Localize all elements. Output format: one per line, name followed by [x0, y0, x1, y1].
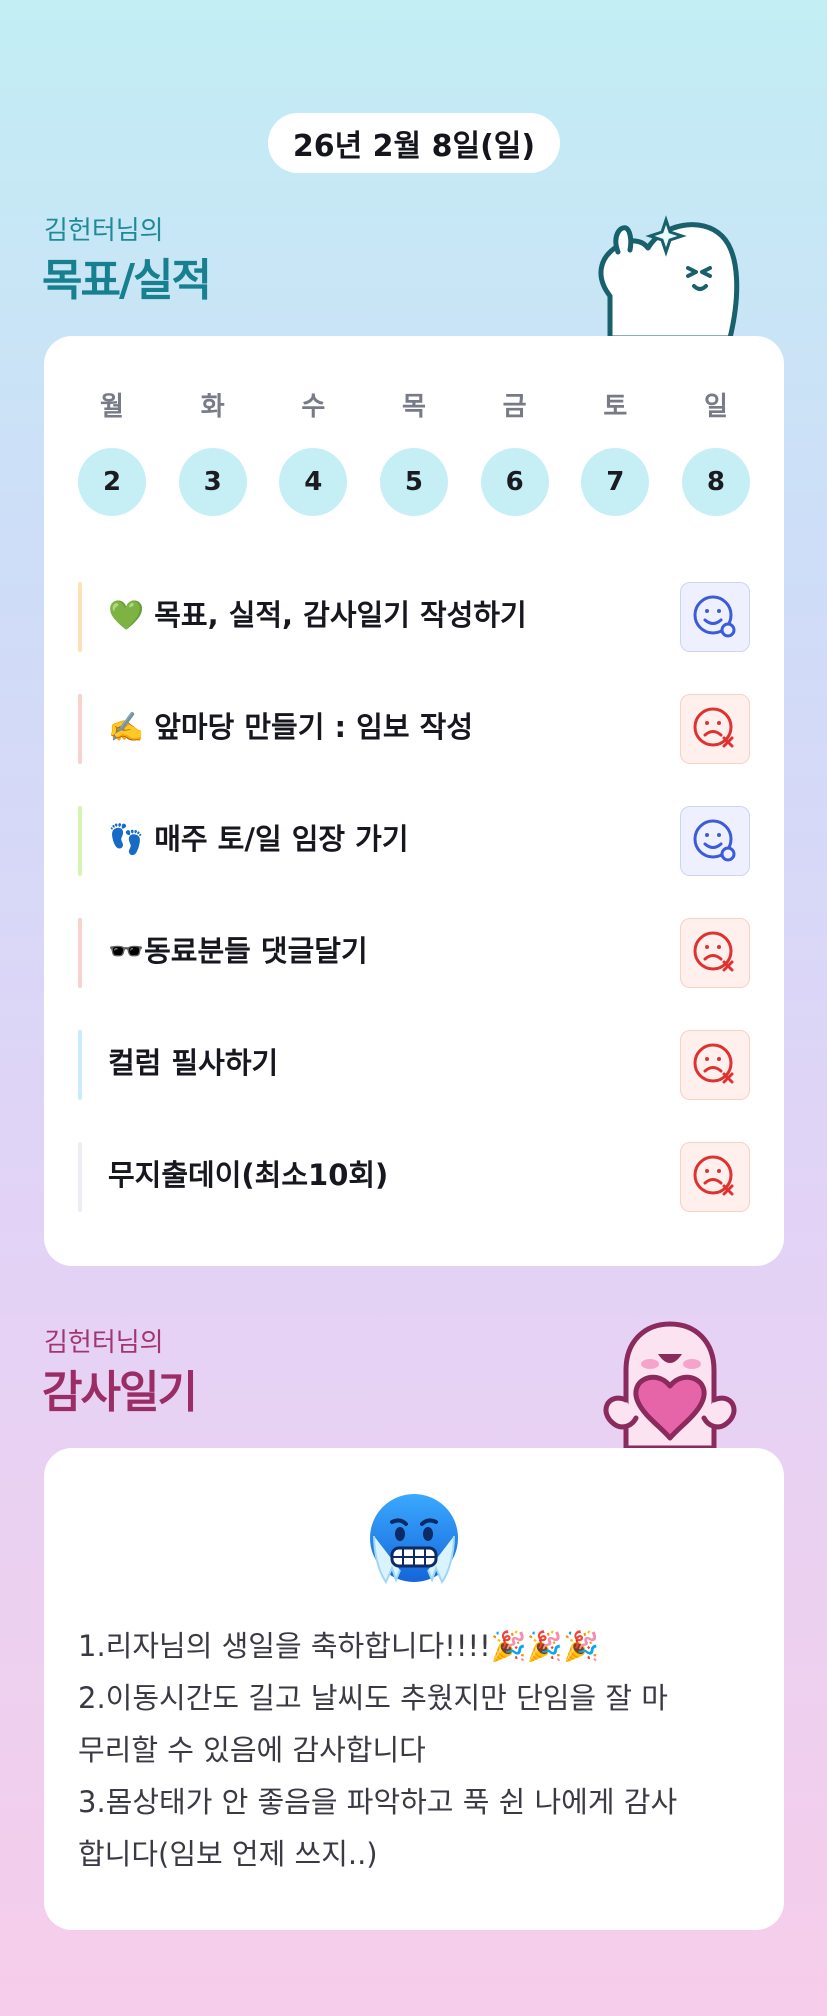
ghost-mascot-icon: [598, 215, 740, 338]
goals-card: 월 화 수 목 금 토 일 2 3 4 5 6 7 8 💚 목표, 실적, 감사…: [44, 336, 784, 1266]
goal-label: 앞마당 만들기 : 임보 작성: [154, 710, 474, 744]
goal-label: 동료분들 댓글달기: [144, 934, 368, 968]
date-circle[interactable]: 3: [178, 448, 247, 516]
goal-list: 💚 목표, 실적, 감사일기 작성하기 ✍️ 앞마당 만들기 : 임보 작성 👣…: [78, 562, 750, 1234]
week-date-row: 2 3 4 5 6 7 8: [78, 448, 750, 516]
date-badge: 26년 2월 8일(일): [268, 113, 560, 173]
goal-emoji: ✍️: [108, 710, 145, 744]
happy-face-check-icon[interactable]: [680, 806, 750, 876]
sad-face-x-icon[interactable]: [680, 1030, 750, 1100]
goal-label: 무지출데이(최소10회): [108, 1158, 389, 1192]
goal-color-bar: [78, 806, 82, 876]
goal-color-bar: [78, 1142, 82, 1212]
weekday-label: 금: [502, 392, 527, 422]
weekday-label: 수: [301, 392, 326, 422]
gratitude-line: 1.리자님의 생일을 축하합니다!!!!🎉🎉🎉: [78, 1629, 600, 1663]
gratitude-section-title: 감사일기: [42, 1367, 198, 1418]
sad-face-x-icon[interactable]: [680, 1142, 750, 1212]
goal-text: 👣 매주 토/일 임장 가기: [108, 816, 409, 858]
weekday-header: 월 화 수 목 금 토 일: [78, 386, 750, 423]
weekday-label: 목: [402, 392, 426, 422]
date-circle[interactable]: 2: [78, 448, 146, 516]
goal-emoji: 🕶️: [108, 934, 145, 968]
gratitude-line: 2.이동시간도 길고 날씨도 추웠지만 단임을 잘 마: [78, 1681, 668, 1715]
goal-item[interactable]: 🕶️동료분들 댓글달기: [78, 898, 750, 1010]
goal-item[interactable]: 👣 매주 토/일 임장 가기: [78, 786, 750, 898]
goal-item[interactable]: 💚 목표, 실적, 감사일기 작성하기: [78, 562, 750, 674]
goal-label: 매주 토/일 임장 가기: [154, 822, 409, 856]
sad-face-x-icon[interactable]: [680, 694, 750, 764]
goal-text: 무지출데이(최소10회): [108, 1152, 388, 1194]
date-circle[interactable]: 4: [279, 448, 348, 516]
goal-label: 목표, 실적, 감사일기 작성하기: [154, 598, 527, 632]
gratitude-entry: 1.리자님의 생일을 축하합니다!!!!🎉🎉🎉 2.이동시간도 길고 날씨도 추…: [78, 1620, 758, 1880]
weekday-label: 일: [703, 392, 728, 422]
goal-emoji: 💚: [108, 598, 145, 632]
date-circle[interactable]: 6: [480, 448, 549, 516]
date-circle[interactable]: 8: [681, 448, 750, 516]
goal-emoji: 👣: [108, 822, 145, 856]
goal-text: ✍️ 앞마당 만들기 : 임보 작성: [108, 704, 473, 746]
goal-item[interactable]: ✍️ 앞마당 만들기 : 임보 작성: [78, 674, 750, 786]
weekday-label: 토: [603, 392, 628, 422]
gratitude-line: 3.몸상태가 안 좋음을 파악하고 푹 쉰 나에게 감사: [78, 1785, 678, 1819]
weekday-label: 월: [100, 392, 124, 422]
sad-face-x-icon[interactable]: [680, 918, 750, 988]
goal-item[interactable]: 컬럼 필사하기: [78, 1010, 750, 1122]
date-circle[interactable]: 5: [379, 448, 448, 516]
goal-text: 컬럼 필사하기: [108, 1040, 278, 1082]
ghost-heart-mascot-icon: [603, 1321, 737, 1448]
happy-face-check-icon[interactable]: [680, 582, 750, 652]
goals-section-subtitle: 김헌터님의: [44, 216, 164, 246]
freezing-face-icon: [370, 1494, 458, 1584]
gratitude-section-subtitle: 김헌터님의: [44, 1328, 164, 1358]
weekday-label: 화: [200, 392, 225, 422]
goal-text: 💚 목표, 실적, 감사일기 작성하기: [108, 592, 527, 634]
goal-color-bar: [78, 582, 82, 652]
goal-text: 🕶️동료분들 댓글달기: [108, 928, 368, 970]
goal-item[interactable]: 무지출데이(최소10회): [78, 1122, 750, 1234]
goal-color-bar: [78, 918, 82, 988]
goal-label: 컬럼 필사하기: [108, 1046, 279, 1080]
goal-color-bar: [78, 694, 82, 764]
goals-section-title: 목표/실적: [42, 255, 212, 306]
goal-color-bar: [78, 1030, 82, 1100]
gratitude-line: 합니다(임보 언제 쓰지..): [78, 1837, 378, 1871]
gratitude-line: 무리할 수 있음에 감사합니다: [78, 1733, 426, 1767]
date-circle[interactable]: 7: [581, 448, 650, 516]
gratitude-card: 1.리자님의 생일을 축하합니다!!!!🎉🎉🎉 2.이동시간도 길고 날씨도 추…: [44, 1448, 784, 1930]
